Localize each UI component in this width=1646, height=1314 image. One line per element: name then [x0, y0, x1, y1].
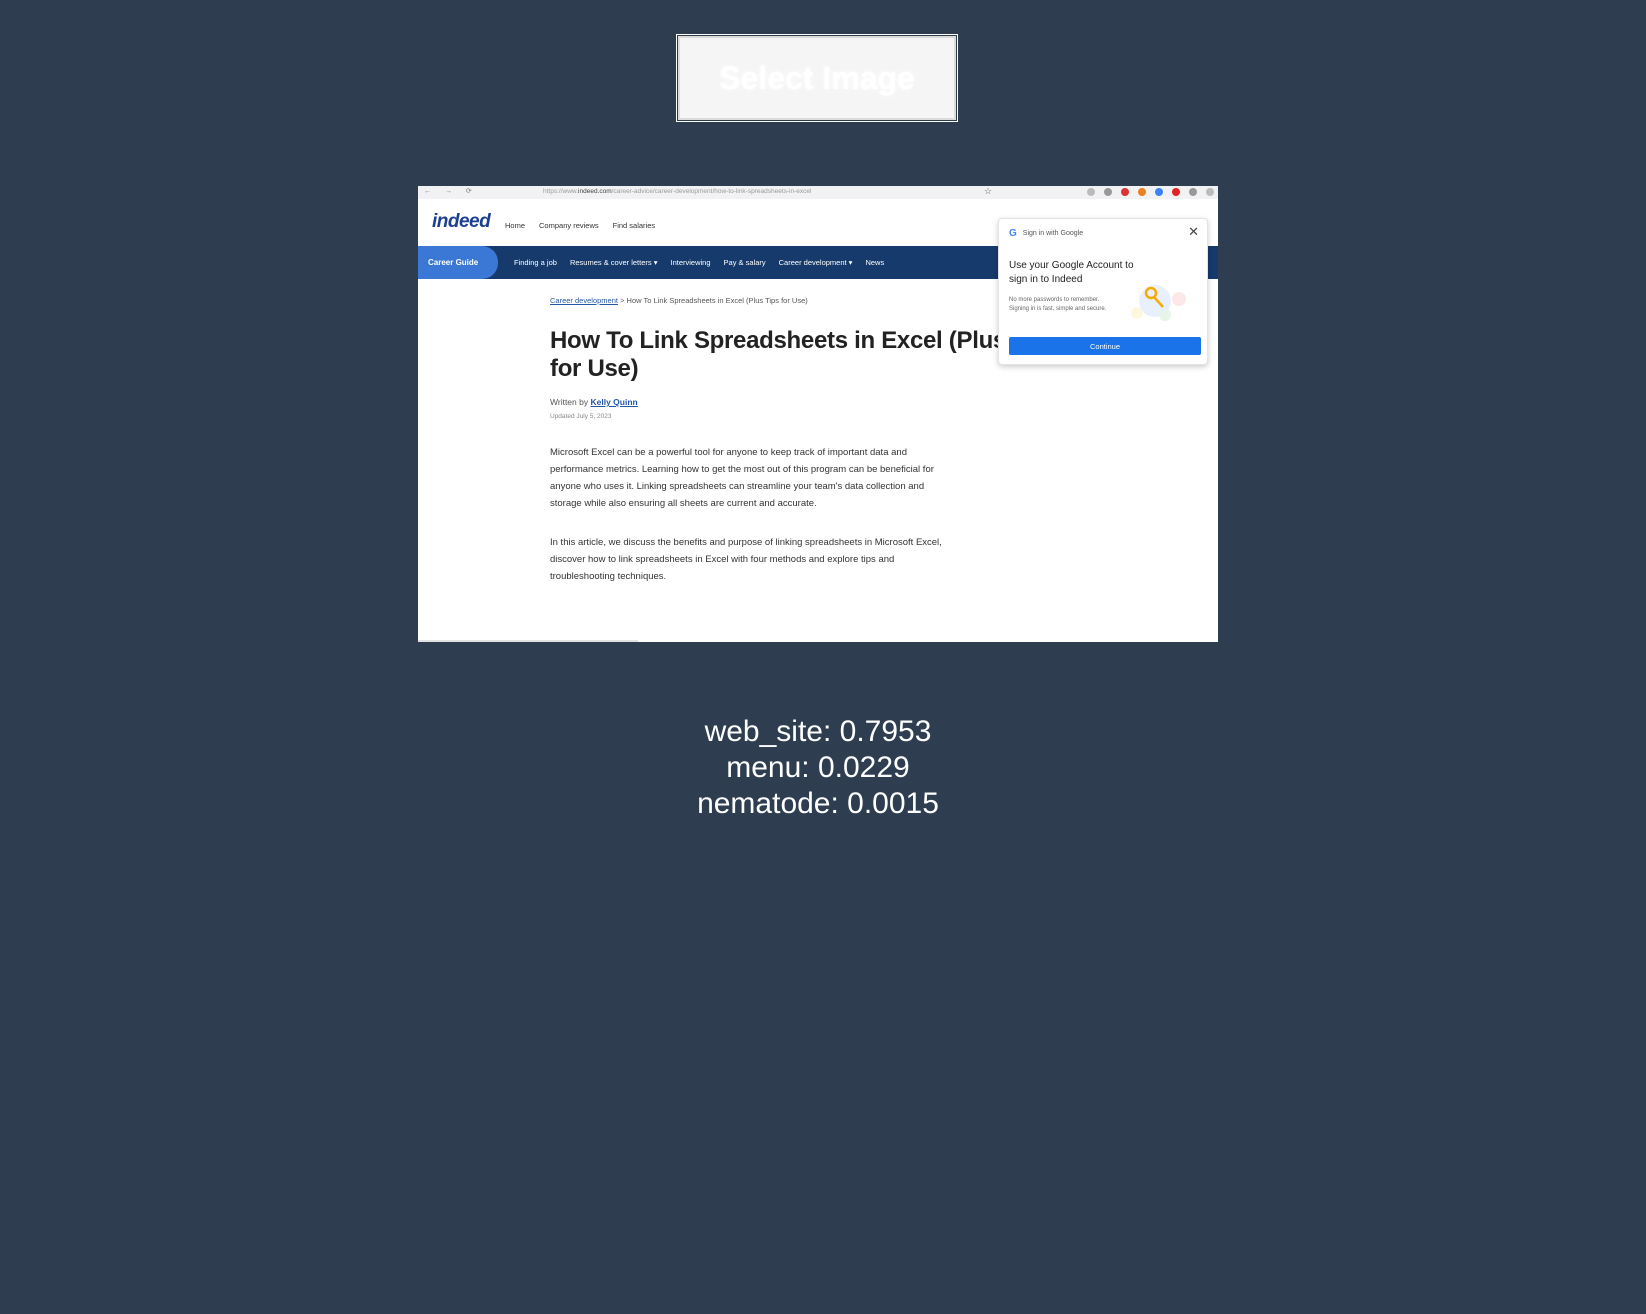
article-byline: Written by Kelly Quinn [550, 397, 638, 407]
article-paragraph: Microsoft Excel can be a powerful tool f… [550, 447, 934, 509]
article-paragraph: In this article, we discuss the benefits… [550, 537, 942, 582]
prediction-line: menu: 0.0229 [726, 751, 910, 784]
browser-nav-icons: ← → ⟳ [424, 188, 478, 195]
top-link-home: Home [505, 221, 526, 230]
nav-link: News [865, 258, 885, 267]
google-icon: G [1009, 228, 1017, 239]
preview-image: ← → ⟳ https://www.indeed.com/career-advi… [418, 186, 1218, 642]
continue-button: Continue [1009, 337, 1201, 355]
key-illustration-icon [1131, 285, 1186, 321]
top-links: Home Company reviews Find salaries [505, 221, 655, 230]
author-link: Kelly Quinn [590, 397, 638, 407]
menu-icon [1206, 188, 1214, 196]
close-icon: ✕ [1188, 224, 1199, 239]
extension-icon [1087, 188, 1095, 196]
download-icon [1104, 188, 1112, 196]
google-popup-subtitle: No more passwords to remember. Signing i… [1009, 297, 1107, 312]
breadcrumb-current: How To Link Spreadsheets in Excel (Plus … [626, 296, 808, 305]
bookmark-star-icon: ☆ [984, 186, 993, 196]
prediction-line: web_site: 0.7953 [704, 715, 932, 748]
nav-link: Resumes & cover letters ▾ [569, 258, 658, 267]
select-image-button[interactable]: Select Image [676, 34, 958, 122]
browser-url: https://www.indeed.com/career-advice/car… [543, 188, 812, 195]
article-updated: Updated July 5, 2023 [550, 413, 612, 420]
extension-icon [1138, 188, 1146, 196]
extension-icon [1155, 188, 1163, 196]
career-nav-links: Finding a job Resumes & cover letters ▾ … [514, 258, 884, 267]
prediction-line: nematode: 0.0015 [697, 787, 939, 820]
extension-icon [1121, 188, 1129, 196]
top-link-find-salaries: Find salaries [612, 221, 656, 230]
scrollbar [418, 640, 638, 642]
google-popup-title: Use your Google Account to sign in to In… [1009, 260, 1134, 285]
browser-url-bar: ← → ⟳ https://www.indeed.com/career-advi… [418, 186, 1218, 199]
nav-link: Finding a job [514, 258, 557, 267]
extension-icon [1172, 188, 1180, 196]
nav-link: Interviewing [670, 258, 711, 267]
browser-extension-icons [1087, 188, 1214, 196]
indeed-logo: indeed [432, 211, 491, 232]
career-guide-tab: Career Guide [418, 246, 498, 279]
nav-link: Career development ▾ [778, 258, 853, 267]
google-popup-header: G Sign in with Google [1009, 228, 1084, 239]
extension-icon [1189, 188, 1197, 196]
prediction-results: web_site: 0.7953 menu: 0.0229 nematode: … [0, 714, 1636, 822]
nav-link: Pay & salary [723, 258, 766, 267]
breadcrumb-link: Career development [550, 296, 618, 305]
top-link-company-reviews: Company reviews [539, 221, 599, 230]
google-signin-popup: G Sign in with Google ✕ Use your Google … [998, 218, 1208, 365]
